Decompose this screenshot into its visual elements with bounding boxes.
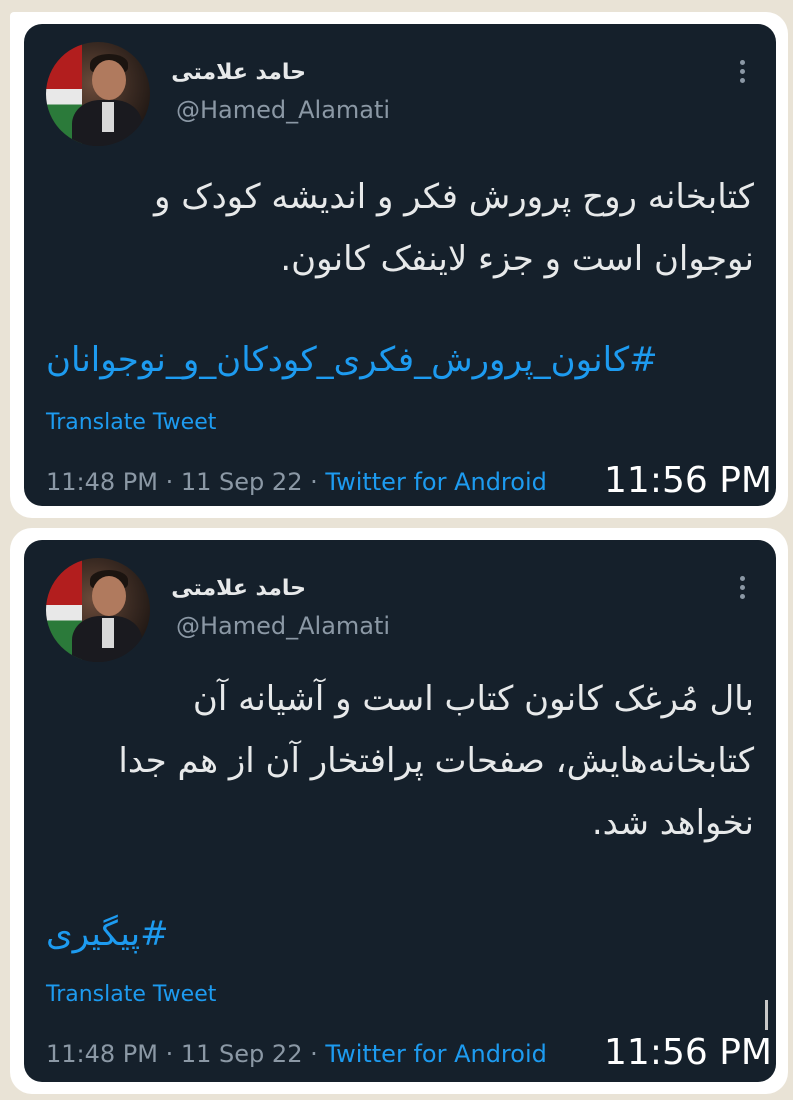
hashtag-link[interactable]: #کانون_پرورش_فکری_کودکان_و_نوجوانان: [46, 340, 754, 380]
tweet-text-line-1: کتابخانه روح پرورش فکر و اندیشه کودک و: [154, 177, 754, 217]
tweet-client-link[interactable]: Twitter for Android: [325, 468, 546, 496]
tweet-meta: 11:48 PM · 11 Sep 22 · Twitter for Andro…: [46, 1040, 547, 1068]
author-name: حامد علامتی: [171, 60, 306, 85]
tweet-date: 11 Sep 22: [180, 468, 303, 496]
tweet-time: 11:48 PM: [46, 1040, 158, 1068]
message-time: 11:56 PM: [604, 1032, 772, 1073]
tweet-text-line-2: نوجوان است و جزء لاینفک کانون.: [280, 239, 754, 279]
message-bubble-1[interactable]: حامد علامتی @Hamed_Alamati کتابخانه روح …: [10, 12, 788, 518]
meta-separator: ·: [310, 468, 326, 496]
avatar[interactable]: [46, 558, 150, 662]
tweet-text-line-3: نخواهد شد.: [591, 803, 754, 843]
meta-separator: ·: [165, 468, 181, 496]
tweet-card-1[interactable]: حامد علامتی @Hamed_Alamati کتابخانه روح …: [24, 24, 776, 506]
tweet-date: 11 Sep 22: [180, 1040, 303, 1068]
avatar[interactable]: [46, 42, 150, 146]
hashtag-link[interactable]: #پیگیری: [46, 914, 754, 954]
author-handle: @Hamed_Alamati: [176, 612, 391, 640]
tweet-client-link[interactable]: Twitter for Android: [325, 1040, 546, 1068]
meta-separator: ·: [310, 1040, 326, 1068]
vertical-ellipsis-icon[interactable]: [740, 60, 746, 86]
author-name: حامد علامتی: [171, 576, 306, 601]
tweet-time: 11:48 PM: [46, 468, 158, 496]
tweet-text-line-2: کتابخانه‌هایش، صفحات پرافتخار آن از هم ج…: [118, 741, 754, 781]
tweet-text-line-1: بال مُرغک کانون کتاب است و آشیانه آن: [192, 679, 754, 719]
message-time: 11:56 PM: [604, 460, 772, 501]
scrollbar-thumb[interactable]: [765, 1000, 768, 1030]
meta-separator: ·: [165, 1040, 181, 1068]
tweet-meta: 11:48 PM · 11 Sep 22 · Twitter for Andro…: [46, 468, 547, 496]
message-bubble-2[interactable]: حامد علامتی @Hamed_Alamati بال مُرغک کان…: [10, 528, 788, 1094]
author-handle: @Hamed_Alamati: [176, 96, 391, 124]
vertical-ellipsis-icon[interactable]: [740, 576, 746, 602]
translate-tweet-link[interactable]: Translate Tweet: [46, 410, 216, 435]
translate-tweet-link[interactable]: Translate Tweet: [46, 982, 216, 1007]
tweet-card-2[interactable]: حامد علامتی @Hamed_Alamati بال مُرغک کان…: [24, 540, 776, 1082]
